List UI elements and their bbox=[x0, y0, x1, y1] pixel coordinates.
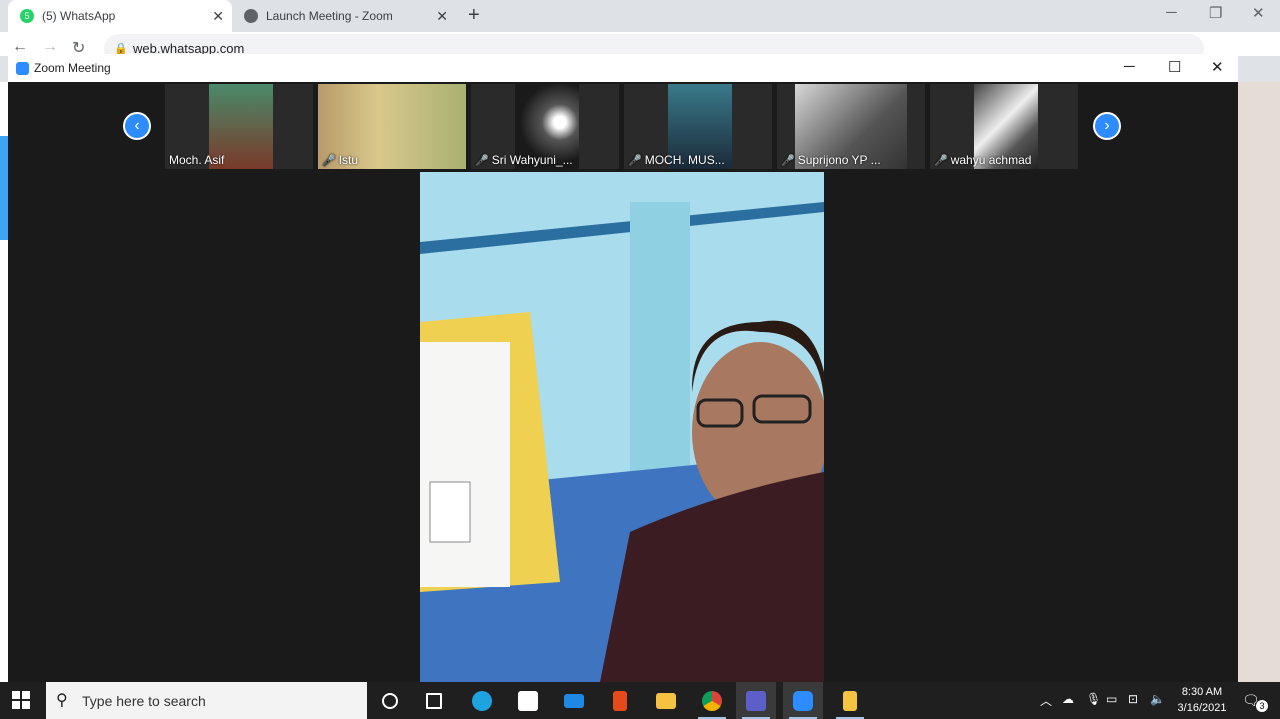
browser-tab-strip: 5 (5) WhatsApp ✕ Launch Meeting - Zoom ✕… bbox=[0, 0, 1280, 32]
taskbar-search-box[interactable]: ⚲ Type here to search bbox=[46, 682, 367, 719]
clock-date: 3/16/2021 bbox=[1177, 702, 1227, 714]
participant-tile[interactable]: Moch. Asif bbox=[165, 84, 313, 169]
zoom-logo-icon bbox=[16, 62, 29, 75]
participant-name: Sri Wahyuni_... bbox=[491, 153, 573, 167]
prev-page-button[interactable]: ‹ bbox=[123, 112, 151, 140]
windows-start-icon[interactable] bbox=[12, 691, 30, 709]
participant-name: Suprijono YP ... bbox=[797, 153, 881, 167]
tab-zoom[interactable]: Launch Meeting - Zoom ✕ bbox=[232, 0, 456, 32]
next-page-button[interactable]: › bbox=[1093, 112, 1121, 140]
whatsapp-banner-edge bbox=[0, 136, 8, 240]
store-icon[interactable] bbox=[508, 682, 548, 719]
muted-mic-icon: 🎤 bbox=[934, 154, 948, 167]
whatsapp-icon: 5 bbox=[20, 9, 34, 23]
files-app-icon[interactable] bbox=[830, 682, 870, 719]
chrome-icon[interactable] bbox=[692, 682, 732, 719]
muted-mic-icon: 🎤 bbox=[781, 154, 795, 167]
participant-tile[interactable]: 🎤 Istu bbox=[318, 84, 466, 169]
participant-tile[interactable]: 🎤 MOCH. MUS... bbox=[624, 84, 772, 169]
participant-name: MOCH. MUS... bbox=[644, 153, 725, 167]
tab-whatsapp[interactable]: 5 (5) WhatsApp ✕ bbox=[8, 0, 232, 32]
show-hidden-icons-icon[interactable]: ︿ bbox=[1040, 692, 1052, 709]
edge-icon[interactable] bbox=[462, 682, 502, 719]
zoom-title-bar: Zoom Meeting ─ ☐ ✕ bbox=[8, 54, 1238, 82]
muted-mic-icon: 🎤 bbox=[475, 154, 489, 167]
microphone-icon[interactable]: 🎙 bbox=[1086, 692, 1101, 706]
muted-mic-icon: 🎤 bbox=[628, 154, 642, 167]
whatsapp-chat-background bbox=[1238, 82, 1280, 682]
participant-tile[interactable]: 🎤 Sri Wahyuni_... bbox=[471, 84, 619, 169]
maximize-icon[interactable]: ☐ bbox=[1168, 58, 1181, 76]
speaker-video-frame bbox=[420, 172, 824, 682]
zoom-taskbar-icon[interactable] bbox=[783, 682, 823, 719]
close-window-icon[interactable]: ✕ bbox=[1252, 4, 1265, 22]
close-icon[interactable]: ✕ bbox=[1211, 58, 1224, 76]
windows-taskbar: ⚲ Type here to search ︿ ☁ 🎙 ▭ ⊡ 🔈 8:30 A… bbox=[0, 682, 1280, 719]
restore-icon[interactable]: ❐ bbox=[1209, 4, 1222, 22]
network-icon[interactable]: ⊡ bbox=[1128, 692, 1138, 706]
participant-tile[interactable]: 🎤 wahyu achmad bbox=[930, 84, 1078, 169]
mail-icon[interactable] bbox=[554, 682, 594, 719]
participant-name: Moch. Asif bbox=[169, 153, 225, 167]
close-tab-icon[interactable]: ✕ bbox=[436, 8, 448, 25]
participant-name: Istu bbox=[338, 153, 359, 167]
active-speaker-video bbox=[420, 172, 824, 682]
globe-icon bbox=[244, 9, 258, 23]
teams-icon[interactable] bbox=[736, 682, 776, 719]
cortana-icon[interactable] bbox=[370, 682, 410, 719]
volume-icon[interactable]: 🔈 bbox=[1150, 692, 1165, 706]
close-tab-icon[interactable]: ✕ bbox=[212, 8, 224, 25]
minimize-icon[interactable]: ─ bbox=[1124, 58, 1135, 75]
clock-time: 8:30 AM bbox=[1181, 686, 1223, 698]
window-title: Zoom Meeting bbox=[34, 61, 111, 75]
tab-label: Launch Meeting - Zoom bbox=[266, 9, 393, 23]
search-icon: ⚲ bbox=[56, 692, 68, 709]
participant-tile[interactable]: 🎤 Suprijono YP ... bbox=[777, 84, 925, 169]
search-placeholder: Type here to search bbox=[82, 693, 206, 709]
new-tab-button[interactable]: + bbox=[468, 4, 480, 27]
office-icon[interactable] bbox=[600, 682, 640, 719]
battery-icon[interactable]: ▭ bbox=[1106, 692, 1117, 706]
onedrive-icon[interactable]: ☁ bbox=[1062, 692, 1074, 706]
task-view-icon[interactable] bbox=[414, 682, 454, 719]
participant-name: wahyu achmad bbox=[950, 153, 1032, 167]
zoom-window: Zoom Meeting ─ ☐ ✕ ‹ › Moch. Asif 🎤 Istu … bbox=[8, 54, 1238, 682]
notification-count-badge: 3 bbox=[1256, 700, 1268, 712]
muted-mic-icon: 🎤 bbox=[322, 154, 336, 167]
tab-label: (5) WhatsApp bbox=[42, 9, 116, 23]
minimize-icon[interactable]: ─ bbox=[1166, 4, 1177, 21]
taskbar-clock[interactable]: 8:30 AM 3/16/2021 bbox=[1172, 684, 1232, 716]
file-explorer-icon[interactable] bbox=[646, 682, 686, 719]
